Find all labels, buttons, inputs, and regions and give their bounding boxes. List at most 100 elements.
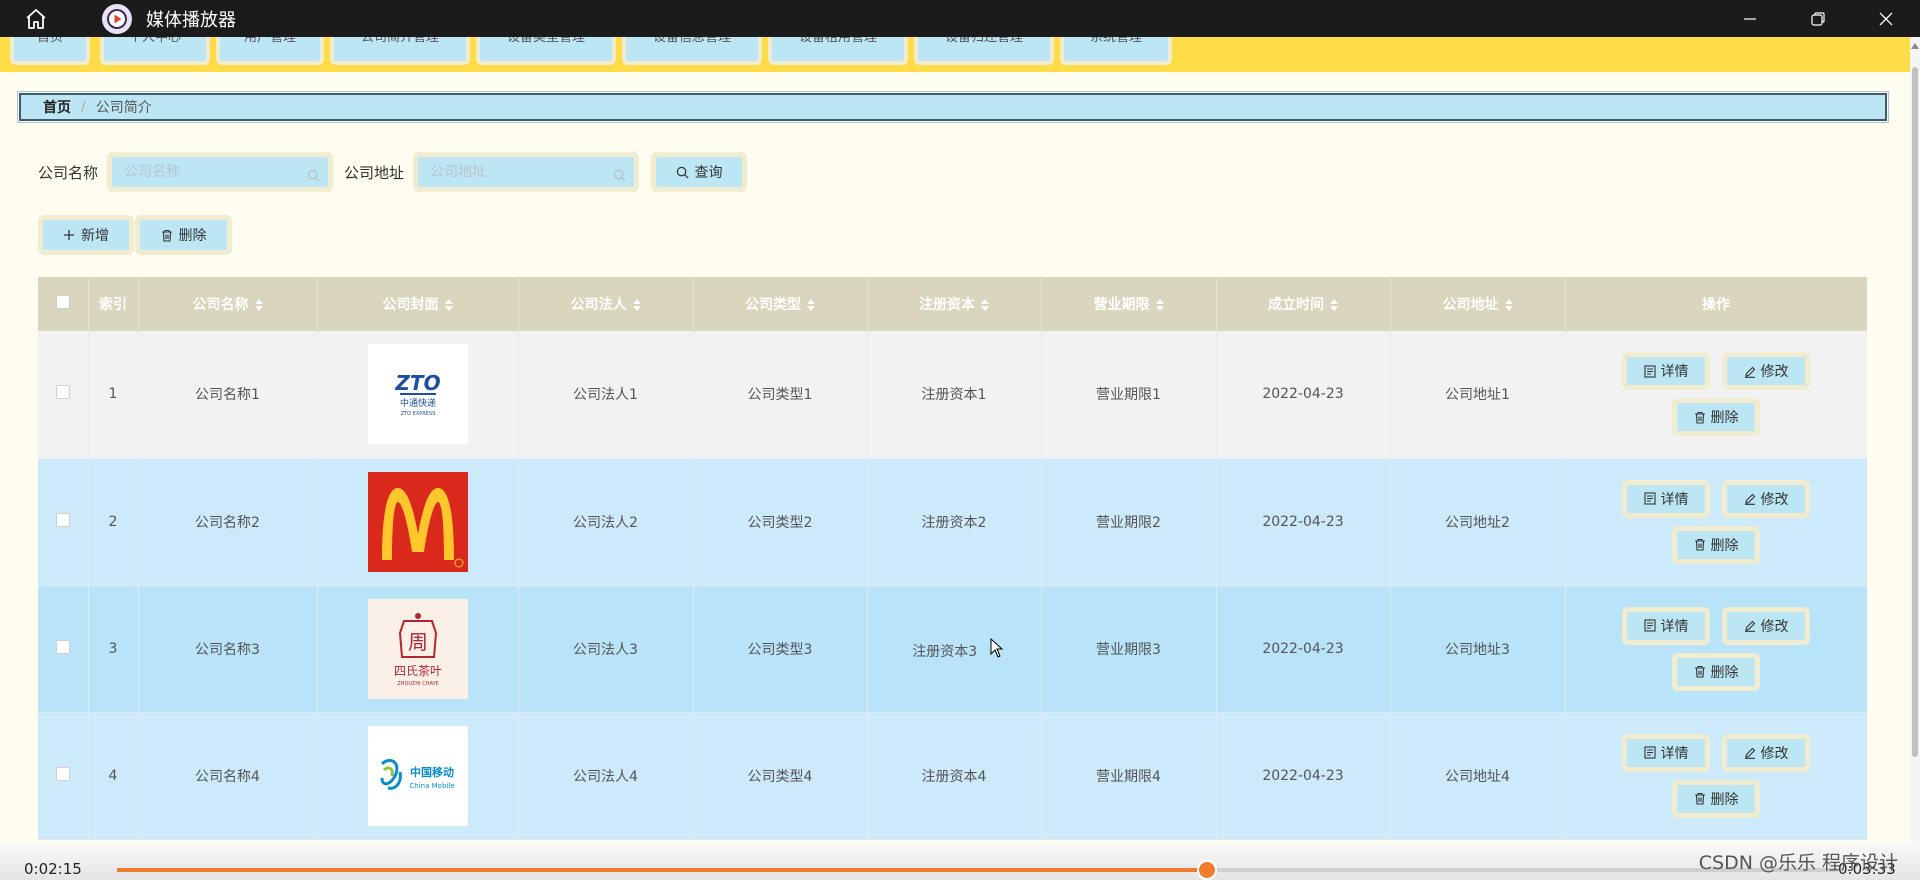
column-header-type[interactable]: 公司类型 (693, 277, 868, 331)
nav-tab-device-return[interactable]: 设备归还管理 (914, 37, 1054, 65)
delete-button[interactable]: 删除 (1672, 525, 1760, 564)
scroll-up-icon[interactable] (1911, 43, 1919, 49)
row-checkbox[interactable] (55, 385, 70, 400)
sort-icon[interactable] (807, 299, 815, 311)
term-cell: 营业期限4 (1041, 712, 1217, 840)
column-header-legal[interactable]: 公司法人 (518, 277, 694, 331)
pencil-icon (1744, 366, 1755, 378)
bulk-delete-button[interactable]: 删除 (135, 215, 232, 255)
media-control-bar: 0:02:15 0:03:33 CSDN @乐乐 程序设计 (0, 844, 1920, 880)
close-icon (1879, 12, 1893, 25)
column-header-cover[interactable]: 公司封面 (317, 277, 519, 331)
nav-tab-company[interactable]: 公司简介管理 (330, 37, 470, 65)
breadcrumb-home[interactable]: 首页 (43, 97, 71, 117)
scrollbar-thumb[interactable] (1912, 67, 1918, 757)
zto-logo-en: ZTO EXPRESS (400, 411, 435, 417)
trash-icon (1694, 538, 1705, 551)
zhouzhi-logo-cn: 四氏茶叶 (393, 663, 441, 678)
row-checkbox[interactable] (55, 639, 70, 654)
nav-tab-system[interactable]: 系统管理 (1060, 37, 1172, 65)
date-cell: 2022-04-23 (1216, 585, 1391, 713)
edit-button[interactable]: 修改 (1722, 479, 1810, 518)
select-all-checkbox[interactable] (55, 295, 70, 309)
term-cell: 营业期限1 (1041, 331, 1217, 459)
capital-value: 注册资本3 (912, 644, 978, 660)
column-header-term[interactable]: 营业期限 (1041, 277, 1217, 331)
detail-button[interactable]: 详情 (1622, 352, 1710, 391)
table-row[interactable]: 3 公司名称3 周 四氏茶叶 ZHOUZHI CHAYE 公司法人3 公司类型3… (38, 585, 1867, 713)
actions-cell: 详情 修改 删除 (1565, 331, 1867, 459)
minimize-button[interactable] (1716, 0, 1784, 37)
date-cell: 2022-04-23 (1216, 458, 1391, 586)
sort-icon[interactable] (444, 299, 453, 311)
sort-icon[interactable] (981, 299, 989, 311)
legal-cell: 公司法人1 (518, 331, 694, 459)
table-row[interactable]: 4 公司名称4 中国移动 China Mobile 公司法人4 公司类型4 注册… (38, 712, 1867, 840)
company-cover-image[interactable] (367, 471, 468, 572)
row-checkbox[interactable] (55, 766, 70, 781)
vertical-scrollbar[interactable] (1910, 37, 1920, 844)
seek-bar[interactable] (117, 860, 1837, 880)
mouse-cursor-icon (990, 637, 1003, 658)
actions-cell: 详情 修改 删除 (1565, 712, 1867, 840)
zto-logo-main: ZTO (394, 371, 440, 395)
name-cell: 公司名称1 (138, 331, 318, 459)
column-header-address[interactable]: 公司地址 (1390, 277, 1566, 331)
legal-cell: 公司法人4 (518, 712, 694, 840)
company-cover-image[interactable]: 周 四氏茶叶 ZHOUZHI CHAYE (367, 598, 468, 699)
nav-tab-device-type[interactable]: 设备类型管理 (476, 37, 616, 65)
detail-button[interactable]: 详情 (1622, 606, 1710, 645)
nav-tab-users[interactable]: 用户管理 (216, 37, 324, 65)
delete-button[interactable]: 删除 (1672, 652, 1760, 691)
delete-button[interactable]: 删除 (1672, 398, 1760, 437)
sort-icon[interactable] (1504, 299, 1513, 311)
china-mobile-logo-cn: 中国移动 (410, 765, 454, 779)
query-button[interactable]: 查询 (651, 152, 747, 192)
edit-button[interactable]: 修改 (1722, 606, 1810, 645)
row-checkbox[interactable] (55, 512, 70, 527)
table-row[interactable]: 2 公司名称2 公司法人2 公司类型2 注册资本2 营业期限2 2022-04-… (38, 458, 1867, 586)
seek-bar-handle[interactable] (1197, 860, 1218, 880)
column-header-capital[interactable]: 注册资本 (867, 277, 1042, 331)
edit-button[interactable]: 修改 (1722, 733, 1810, 772)
delete-button[interactable]: 删除 (1672, 779, 1760, 818)
cover-cell: 中国移动 China Mobile (317, 712, 519, 840)
nav-tab-device-info[interactable]: 设备信息管理 (622, 37, 762, 65)
mcdonalds-logo (381, 487, 463, 567)
company-cover-image[interactable]: 中国移动 China Mobile (367, 725, 468, 826)
seek-bar-progress (117, 868, 1208, 872)
company-address-input[interactable] (430, 164, 610, 180)
column-header-date[interactable]: 成立时间 (1216, 277, 1391, 331)
nav-tab-profile[interactable]: 个人中心 (100, 37, 210, 65)
column-header-label: 公司封面 (382, 297, 439, 313)
column-header-name[interactable]: 公司名称 (138, 277, 318, 331)
company-address-input-wrap (413, 152, 639, 192)
window-controls (1716, 0, 1920, 37)
index-cell: 2 (88, 458, 139, 586)
company-cover-image[interactable]: ZTO 中通快递 ZTO EXPRESS (367, 344, 468, 445)
add-button[interactable]: 新增 (38, 215, 134, 255)
row-select-cell (38, 585, 89, 713)
nav-tab-device-rent[interactable]: 设备租用管理 (768, 37, 908, 65)
index-cell: 4 (88, 712, 139, 840)
detail-button[interactable]: 详情 (1622, 479, 1710, 518)
table-row[interactable]: 1 公司名称1 ZTO 中通快递 ZTO EXPRESS 公司法人1 公司类型1… (38, 331, 1867, 459)
edit-button-label: 修改 (1760, 364, 1789, 381)
term-cell: 营业期限2 (1041, 458, 1217, 586)
sort-icon[interactable] (1330, 299, 1338, 311)
pencil-icon (1744, 493, 1755, 505)
nav-tab-home[interactable]: 首页 (10, 37, 90, 65)
edit-button-label: 修改 (1760, 618, 1789, 635)
zhouzhi-logo-char: 周 (408, 630, 428, 654)
edit-button[interactable]: 修改 (1722, 352, 1810, 391)
restore-button[interactable] (1784, 0, 1852, 37)
sort-icon[interactable] (632, 299, 641, 311)
sort-icon[interactable] (1155, 299, 1164, 311)
window-title: 媒体播放器 (146, 9, 236, 31)
row-select-cell (38, 331, 89, 459)
detail-button[interactable]: 详情 (1622, 733, 1710, 772)
close-button[interactable] (1852, 0, 1920, 37)
company-name-input[interactable] (124, 164, 304, 180)
home-icon[interactable] (18, 1, 54, 37)
sort-icon[interactable] (254, 299, 263, 311)
